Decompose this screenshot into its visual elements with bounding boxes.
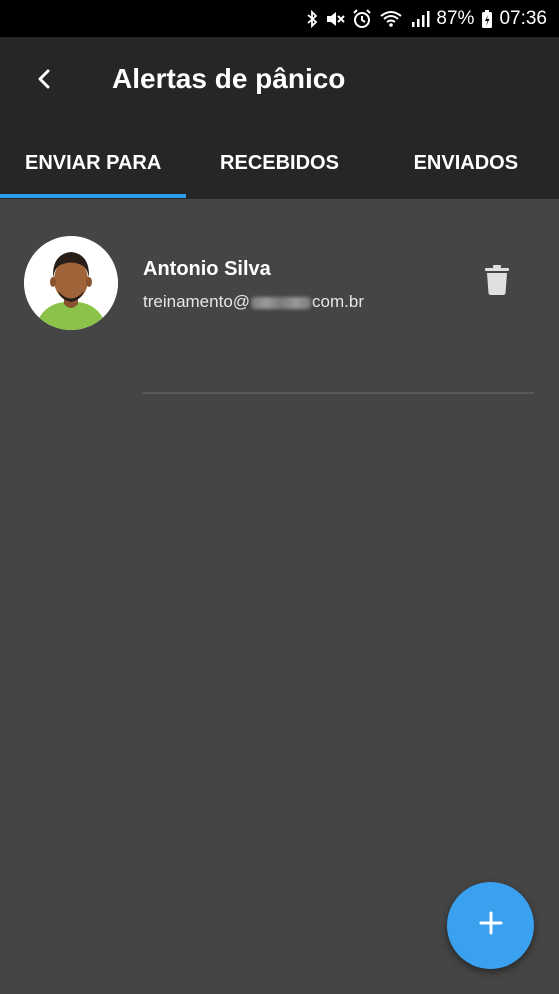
delete-contact-button[interactable] xyxy=(477,262,517,302)
back-button[interactable] xyxy=(24,61,64,101)
avatar xyxy=(24,236,118,330)
signal-icon xyxy=(410,10,430,28)
back-arrow-icon xyxy=(36,68,52,95)
tab-enviar-para[interactable]: ENVIAR PARA xyxy=(0,127,186,199)
battery-charging-icon xyxy=(481,9,493,29)
battery-percent: 87% xyxy=(436,7,475,29)
plus-icon xyxy=(479,911,503,940)
email-redaction xyxy=(251,296,312,309)
status-time: 07:36 xyxy=(499,7,547,29)
wifi-icon xyxy=(379,10,403,28)
mute-icon xyxy=(325,10,346,28)
page-title: Alertas de pânico xyxy=(112,63,346,94)
tab-enviados[interactable]: ENVIADOS xyxy=(373,127,559,199)
tab-bar: ENVIAR PARA RECEBIDOS ENVIADOS xyxy=(0,127,559,199)
list-divider xyxy=(143,392,534,394)
contact-email: treinamento@ com.br xyxy=(143,292,364,312)
app-bar: Alertas de pânico xyxy=(0,37,559,127)
contact-email-suffix: com.br xyxy=(312,292,364,311)
contact-name: Antonio Silva xyxy=(143,258,271,280)
tab-active-indicator xyxy=(0,194,186,198)
add-contact-button[interactable] xyxy=(447,882,534,969)
list-item[interactable]: Antonio Silva treinamento@ com.br xyxy=(0,199,559,395)
status-bar: 87% 07:36 xyxy=(0,0,559,37)
contact-email-prefix: treinamento@ xyxy=(143,292,251,311)
tab-recebidos[interactable]: RECEBIDOS xyxy=(186,127,372,199)
alarm-icon xyxy=(352,8,372,29)
trash-icon xyxy=(485,264,509,300)
bluetooth-icon xyxy=(306,9,318,28)
